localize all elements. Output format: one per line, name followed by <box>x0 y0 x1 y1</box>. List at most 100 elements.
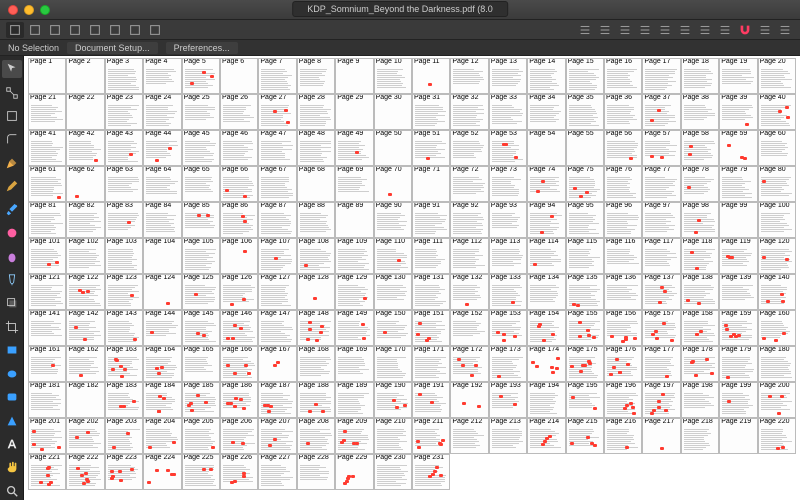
page-thumbnail[interactable]: Page 119 <box>719 238 757 274</box>
page-thumbnail[interactable]: Page 162 <box>66 346 104 382</box>
pan-tool[interactable] <box>2 458 22 476</box>
page-thumbnail[interactable]: Page 121 <box>28 274 66 310</box>
minimize-window-button[interactable] <box>24 5 34 15</box>
page-thumbnail[interactable]: Page 13 <box>489 58 527 94</box>
page-thumbnail[interactable]: Page 41 <box>28 130 66 166</box>
page-thumbnail[interactable]: Page 18 <box>681 58 719 94</box>
page-thumbnail[interactable]: Page 56 <box>604 130 642 166</box>
page-thumbnail[interactable]: Page 44 <box>143 130 181 166</box>
page-thumbnail[interactable]: Page 216 <box>604 418 642 454</box>
page-thumbnail[interactable]: Page 229 <box>335 454 373 490</box>
page-thumbnail[interactable]: Page 152 <box>450 310 488 346</box>
page-thumbnail[interactable]: Page 157 <box>642 310 680 346</box>
page-thumbnail[interactable]: Page 105 <box>182 238 220 274</box>
page-thumbnail[interactable]: Page 134 <box>527 274 565 310</box>
page-thumbnail[interactable]: Page 87 <box>258 202 296 238</box>
page-thumbnail[interactable]: Page 39 <box>719 94 757 130</box>
page-thumbnail[interactable]: Page 142 <box>66 310 104 346</box>
page-thumbnail[interactable]: Page 145 <box>182 310 220 346</box>
page-thumbnail[interactable]: Page 54 <box>527 130 565 166</box>
page-thumbnail[interactable]: Page 158 <box>681 310 719 346</box>
node-tool[interactable] <box>2 83 22 101</box>
page-thumbnail[interactable]: Page 185 <box>182 382 220 418</box>
magnet-icon[interactable] <box>736 22 754 38</box>
triangle-tool[interactable] <box>2 411 22 429</box>
page-thumbnail[interactable]: Page 198 <box>681 382 719 418</box>
page-thumbnail[interactable]: Page 133 <box>489 274 527 310</box>
page-thumbnail[interactable]: Page 118 <box>681 238 719 274</box>
page-thumbnail[interactable]: Page 222 <box>66 454 104 490</box>
page-thumbnail[interactable]: Page 42 <box>66 130 104 166</box>
page-thumbnail[interactable]: Page 227 <box>258 454 296 490</box>
document-setup-button[interactable]: Document Setup... <box>67 42 158 54</box>
page-thumbnail[interactable]: Page 215 <box>566 418 604 454</box>
page-thumbnail[interactable]: Page 138 <box>681 274 719 310</box>
page-thumbnail[interactable]: Page 196 <box>604 382 642 418</box>
page-thumbnail[interactable]: Page 82 <box>66 202 104 238</box>
page-thumbnail[interactable]: Page 205 <box>182 418 220 454</box>
page-thumbnail[interactable]: Page 28 <box>297 94 335 130</box>
page-thumbnail[interactable]: Page 125 <box>182 274 220 310</box>
page-thumbnail[interactable]: Page 46 <box>220 130 258 166</box>
page-thumbnail[interactable]: Page 6 <box>220 58 258 94</box>
page-thumbnail[interactable]: Page 84 <box>143 202 181 238</box>
pen-tool[interactable] <box>2 154 22 172</box>
page-thumbnail[interactable]: Page 9 <box>335 58 373 94</box>
align-left-icon[interactable] <box>576 22 594 38</box>
page-thumbnail[interactable]: Page 170 <box>374 346 412 382</box>
page-thumbnail[interactable]: Page 20 <box>758 58 796 94</box>
page-thumbnail[interactable]: Page 179 <box>719 346 757 382</box>
page-thumbnail[interactable]: Page 137 <box>642 274 680 310</box>
page-thumbnail[interactable]: Page 201 <box>28 418 66 454</box>
page-thumbnail[interactable]: Page 117 <box>642 238 680 274</box>
page-thumbnail[interactable]: Page 184 <box>143 382 181 418</box>
snap-icon[interactable] <box>696 22 714 38</box>
page-thumbnail[interactable]: Page 141 <box>28 310 66 346</box>
page-thumbnail[interactable]: Page 132 <box>450 274 488 310</box>
page-thumbnail[interactable]: Page 83 <box>105 202 143 238</box>
page-thumbnail[interactable]: Page 129 <box>335 274 373 310</box>
page-thumbnail[interactable]: Page 144 <box>143 310 181 346</box>
page-thumbnail[interactable]: Page 123 <box>105 274 143 310</box>
page-thumbnail[interactable]: Page 189 <box>335 382 373 418</box>
page-thumbnail[interactable]: Page 98 <box>681 202 719 238</box>
page-thumbnail[interactable]: Page 159 <box>719 310 757 346</box>
page-thumbnail[interactable]: Page 187 <box>258 382 296 418</box>
page-thumbnail[interactable]: Page 169 <box>335 346 373 382</box>
page-thumbnail[interactable]: Page 79 <box>719 166 757 202</box>
page-thumbnail[interactable]: Page 211 <box>412 418 450 454</box>
page-thumbnail[interactable]: Page 25 <box>182 94 220 130</box>
page-thumbnail[interactable]: Page 15 <box>566 58 604 94</box>
page-thumbnail[interactable]: Page 122 <box>66 274 104 310</box>
page-thumbnail[interactable]: Page 195 <box>566 382 604 418</box>
page-thumbnail[interactable]: Page 204 <box>143 418 181 454</box>
page-thumbnail[interactable]: Page 207 <box>258 418 296 454</box>
page-thumbnail[interactable]: Page 74 <box>527 166 565 202</box>
page-thumbnail[interactable]: Page 59 <box>719 130 757 166</box>
page-thumbnail[interactable]: Page 202 <box>66 418 104 454</box>
page-thumbnail[interactable]: Page 31 <box>412 94 450 130</box>
page-thumbnail[interactable]: Page 197 <box>642 382 680 418</box>
page-thumbnail[interactable]: Page 106 <box>220 238 258 274</box>
page-thumbnail[interactable]: Page 153 <box>489 310 527 346</box>
page-thumbnail[interactable]: Page 80 <box>758 166 796 202</box>
page-thumbnail[interactable]: Page 77 <box>642 166 680 202</box>
page-thumbnail[interactable]: Page 23 <box>105 94 143 130</box>
page-thumbnail[interactable]: Page 30 <box>374 94 412 130</box>
page-thumbnail[interactable]: Page 224 <box>143 454 181 490</box>
page-thumbnail[interactable]: Page 188 <box>297 382 335 418</box>
page-thumbnail[interactable]: Page 182 <box>66 382 104 418</box>
page-thumbnail[interactable]: Page 103 <box>105 238 143 274</box>
page-thumbnail[interactable]: Page 48 <box>297 130 335 166</box>
page-thumbnail[interactable]: Page 52 <box>450 130 488 166</box>
page-thumbnail[interactable]: Page 73 <box>489 166 527 202</box>
page-thumbnail[interactable]: Page 34 <box>527 94 565 130</box>
page-thumbnail[interactable]: Page 176 <box>604 346 642 382</box>
page-thumbnail[interactable]: Page 60 <box>758 130 796 166</box>
page-thumbnail[interactable]: Page 5 <box>182 58 220 94</box>
page-thumbnail[interactable]: Page 212 <box>450 418 488 454</box>
page-thumbnail[interactable]: Page 165 <box>182 346 220 382</box>
page-thumbnail[interactable]: Page 108 <box>297 238 335 274</box>
guides-icon[interactable] <box>756 22 774 38</box>
page-thumbnail[interactable]: Page 104 <box>143 238 181 274</box>
